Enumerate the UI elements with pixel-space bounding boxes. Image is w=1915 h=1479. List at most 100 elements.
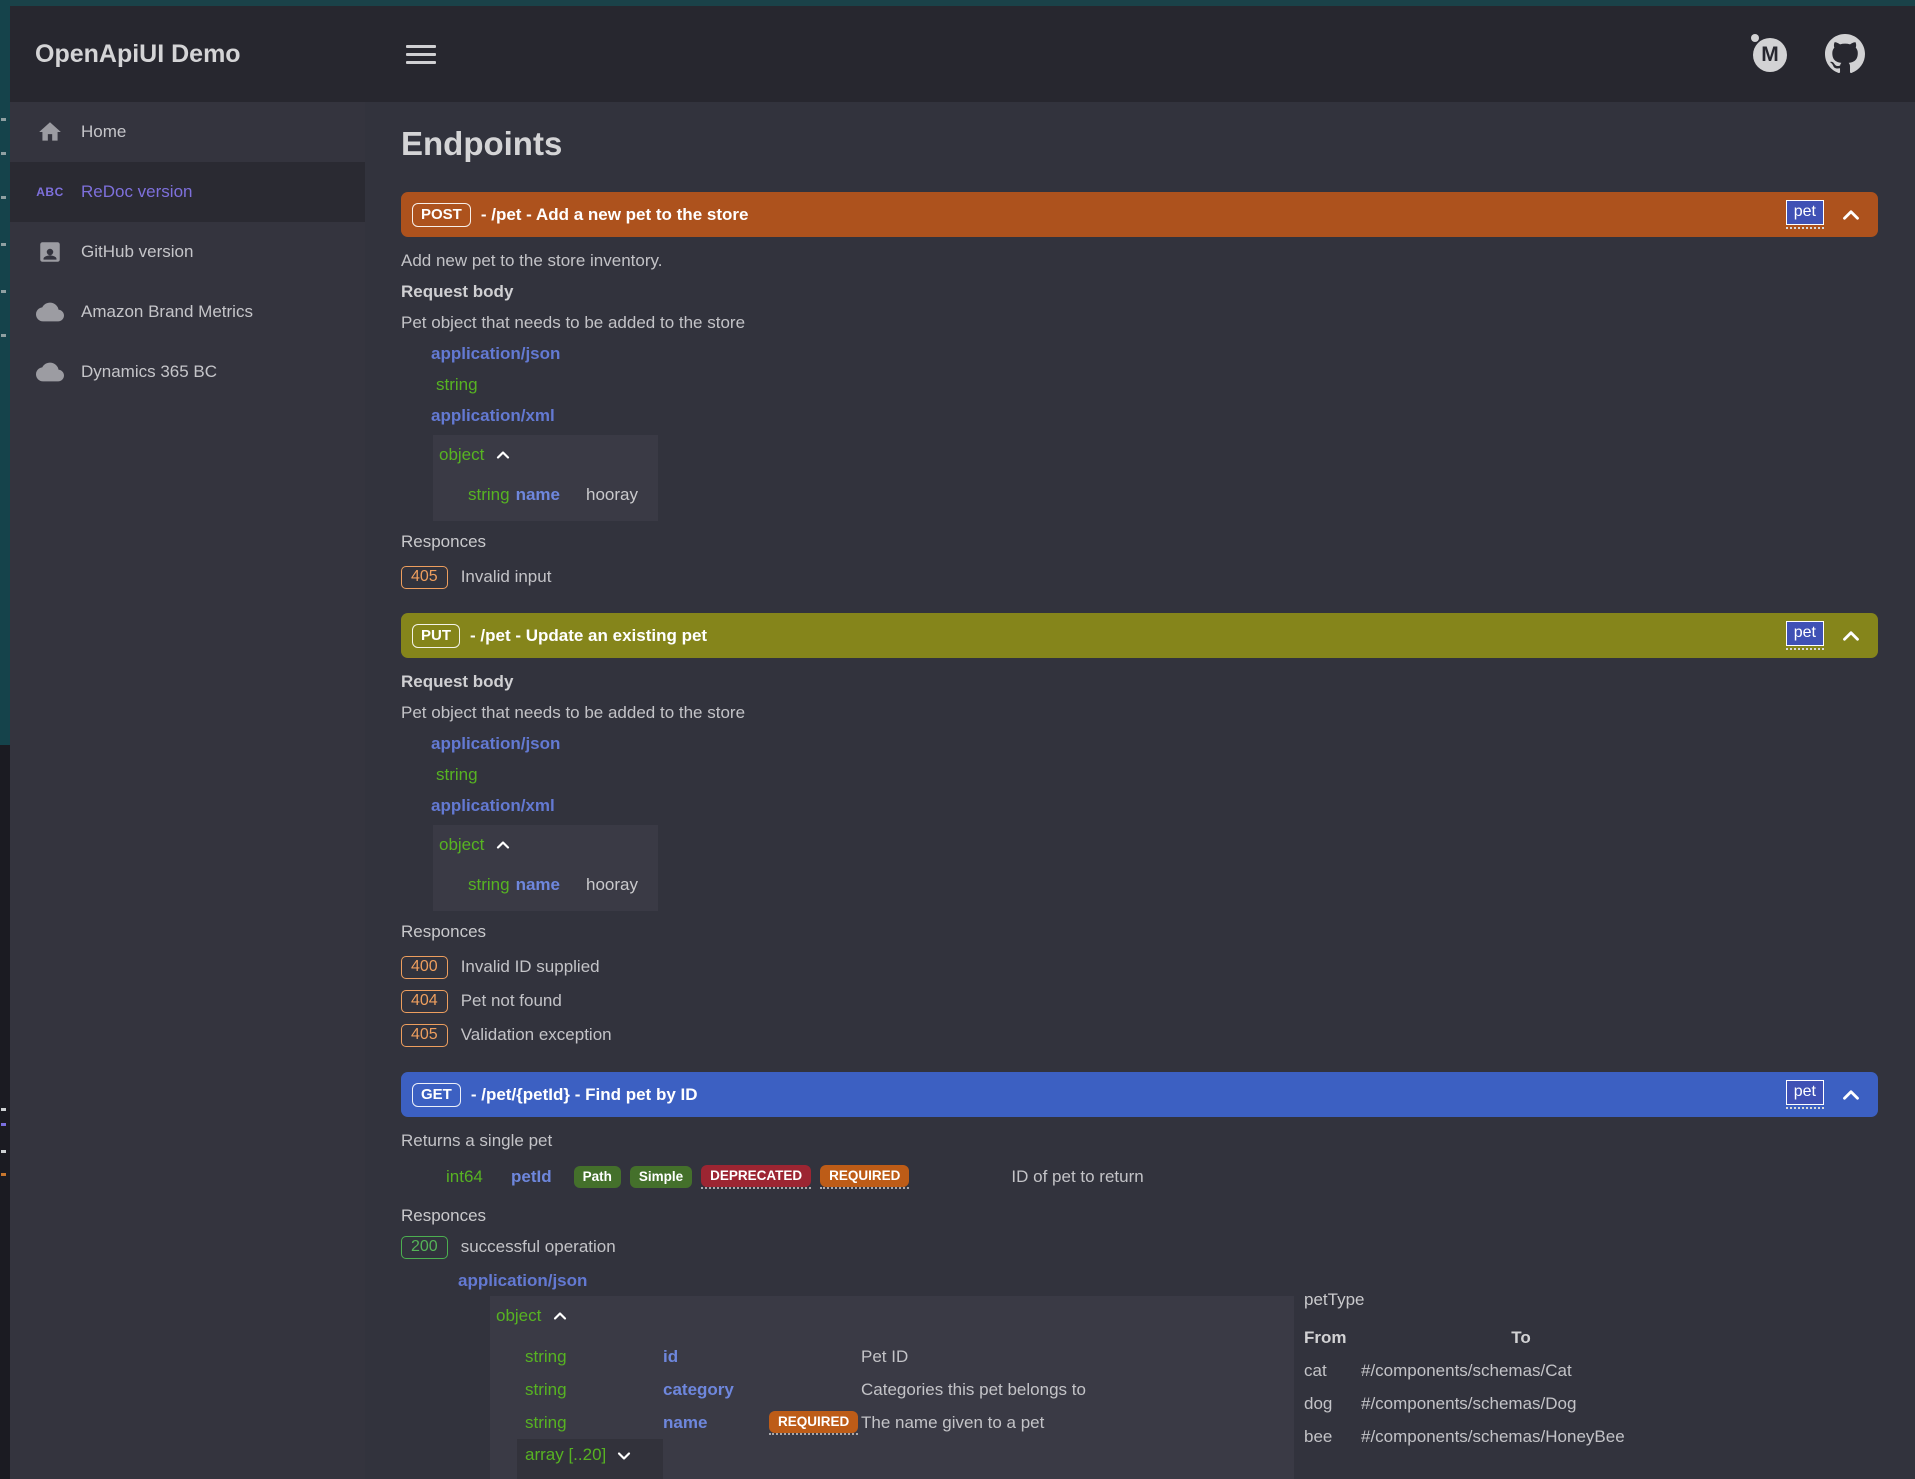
- status-code-badge: 400: [401, 956, 448, 979]
- method-chip: GET: [412, 1083, 461, 1107]
- response-text: Invalid ID supplied: [461, 957, 600, 977]
- edge-artifact: [1, 290, 6, 293]
- menu-icon[interactable]: [406, 40, 436, 69]
- property-description: Categories this pet belongs to: [861, 1373, 1294, 1406]
- chevron-up-icon[interactable]: [1838, 623, 1864, 649]
- window-edge-left: [0, 0, 10, 745]
- response-row: 400 Invalid ID supplied: [401, 953, 1878, 981]
- array-toggle[interactable]: array [..20]: [517, 1439, 663, 1479]
- response-row: 200 successful operation: [401, 1233, 1878, 1261]
- response-row: 404 Pet not found: [401, 987, 1878, 1015]
- endpoint-put-header[interactable]: PUT - /pet - Update an existing pet pet: [401, 613, 1878, 658]
- chevron-up-icon: [493, 835, 513, 855]
- endpoint-title: - /pet/{petId} - Find pet by ID: [471, 1085, 698, 1105]
- discriminator-table: From To cat #/components/schemas/Cat dog…: [1304, 1321, 1681, 1453]
- endpoint-post-header[interactable]: POST - /pet - Add a new pet to the store…: [401, 192, 1878, 237]
- status-code-badge: 405: [401, 1024, 448, 1047]
- request-body-label: Request body: [401, 276, 1878, 307]
- discriminator-title: petType: [1304, 1288, 1724, 1312]
- property-name: category: [663, 1373, 769, 1406]
- badge-required[interactable]: REQUIRED: [769, 1411, 858, 1435]
- parameter-name: petId: [511, 1167, 552, 1187]
- method-chip: POST: [412, 203, 471, 227]
- sidebar-item-dynamics-365-bc[interactable]: Dynamics 365 BC: [10, 342, 365, 402]
- edge-artifact: [1, 1173, 6, 1176]
- chevron-up-icon[interactable]: [1838, 1082, 1864, 1108]
- table-row: bee #/components/schemas/HoneyBee: [1304, 1420, 1681, 1453]
- column-to: To: [1361, 1321, 1681, 1354]
- tag-chip-pet[interactable]: pet: [1786, 200, 1824, 229]
- mapping-key: bee: [1304, 1420, 1361, 1453]
- mapping-ref: #/components/schemas/Cat: [1361, 1354, 1681, 1387]
- page-title: Endpoints: [401, 124, 1878, 164]
- edge-artifact: [1, 334, 6, 337]
- responses-label: Responces: [401, 916, 1878, 947]
- edge-artifact: [1, 243, 6, 246]
- media-type-xml: application/xml: [431, 400, 1878, 431]
- app-window: OpenApiUI Demo M Home ABC ReDoc version: [0, 0, 1915, 1479]
- response-text: Pet not found: [461, 991, 562, 1011]
- endpoint-post-pet: POST - /pet - Add a new pet to the store…: [401, 192, 1878, 591]
- badge-deprecated[interactable]: DEPRECATED: [701, 1165, 811, 1189]
- parameter-type: int64: [446, 1167, 511, 1187]
- sidebar-item-amazon-brand-metrics[interactable]: Amazon Brand Metrics: [10, 282, 365, 342]
- edge-artifact: [1, 1108, 6, 1111]
- property-type: string: [525, 1340, 663, 1373]
- endpoint-description: Add new pet to the store inventory.: [401, 245, 1878, 276]
- object-toggle[interactable]: object: [496, 1304, 1294, 1328]
- schema-type: string: [436, 369, 1878, 400]
- request-body-description: Pet object that needs to be added to the…: [401, 307, 1878, 338]
- property-description: The name given to a pet: [861, 1406, 1294, 1439]
- sidebar-item-redoc-version[interactable]: ABC ReDoc version: [10, 162, 365, 222]
- endpoint-get-header[interactable]: GET - /pet/{petId} - Find pet by ID pet: [401, 1072, 1878, 1117]
- chevron-up-icon[interactable]: [1838, 202, 1864, 228]
- main-content: Endpoints POST - /pet - Add a new pet to…: [365, 102, 1915, 1479]
- response-row: 405 Validation exception: [401, 1021, 1878, 1049]
- chevron-up-icon: [493, 445, 513, 465]
- sidebar-item-home[interactable]: Home: [10, 102, 365, 162]
- window-edge-left-lower: [0, 745, 10, 1479]
- mapping-key: cat: [1304, 1354, 1361, 1387]
- column-from: From: [1304, 1321, 1361, 1354]
- badge-simple: Simple: [630, 1166, 692, 1188]
- cloud-icon: [35, 359, 65, 385]
- schema-type: string: [436, 759, 1878, 790]
- responses-label: Responces: [401, 1200, 1878, 1231]
- schema-object-panel: object stringnamehooray: [433, 825, 658, 911]
- sidebar: Home ABC ReDoc version GitHub version Am…: [10, 102, 365, 1479]
- schema-table: string id Pet ID string category Categor…: [525, 1340, 1294, 1479]
- edge-artifact: [1, 152, 6, 155]
- edge-artifact: [1, 118, 6, 121]
- sidebar-item-label: GitHub version: [81, 242, 193, 262]
- mudblazor-logo-icon[interactable]: M: [1750, 34, 1790, 74]
- endpoint-title: - /pet - Update an existing pet: [470, 626, 707, 646]
- chevron-down-icon: [614, 1446, 634, 1466]
- response-row: 405 Invalid input: [401, 563, 1878, 591]
- property-name: photoUrls: [663, 1476, 769, 1479]
- badge-required[interactable]: REQUIRED: [820, 1165, 909, 1189]
- endpoint-title: - /pet - Add a new pet to the store: [481, 205, 749, 225]
- appbar: OpenApiUI Demo M: [10, 6, 1915, 102]
- endpoint-put-pet: PUT - /pet - Update an existing pet pet …: [401, 613, 1878, 1049]
- object-toggle[interactable]: object: [439, 443, 638, 467]
- sidebar-item-label: Dynamics 365 BC: [81, 362, 217, 382]
- sidebar-item-label: Home: [81, 122, 126, 142]
- responses-label: Responces: [401, 526, 1878, 557]
- mudblazor-m: M: [1753, 38, 1787, 72]
- property-name: id: [663, 1340, 769, 1373]
- parameter-row: int64 petId Path Simple DEPRECATED REQUI…: [446, 1162, 1878, 1192]
- object-toggle[interactable]: object: [439, 833, 638, 857]
- tag-chip-pet[interactable]: pet: [1786, 621, 1824, 650]
- response-schema-panel: object string id Pet ID string category: [490, 1296, 1294, 1479]
- abc-icon: ABC: [35, 179, 65, 205]
- account-icon: [35, 239, 65, 265]
- tag-chip-pet[interactable]: pet: [1786, 1080, 1824, 1109]
- chevron-up-icon: [550, 1306, 570, 1326]
- github-icon[interactable]: [1825, 34, 1865, 74]
- sidebar-item-github-version[interactable]: GitHub version: [10, 222, 365, 282]
- media-type-json: application/json: [431, 728, 1878, 759]
- home-icon: [35, 119, 65, 145]
- schema-property-row: stringnamehooray: [468, 483, 638, 507]
- property-name: name: [663, 1406, 769, 1439]
- mapping-key: dog: [1304, 1387, 1361, 1420]
